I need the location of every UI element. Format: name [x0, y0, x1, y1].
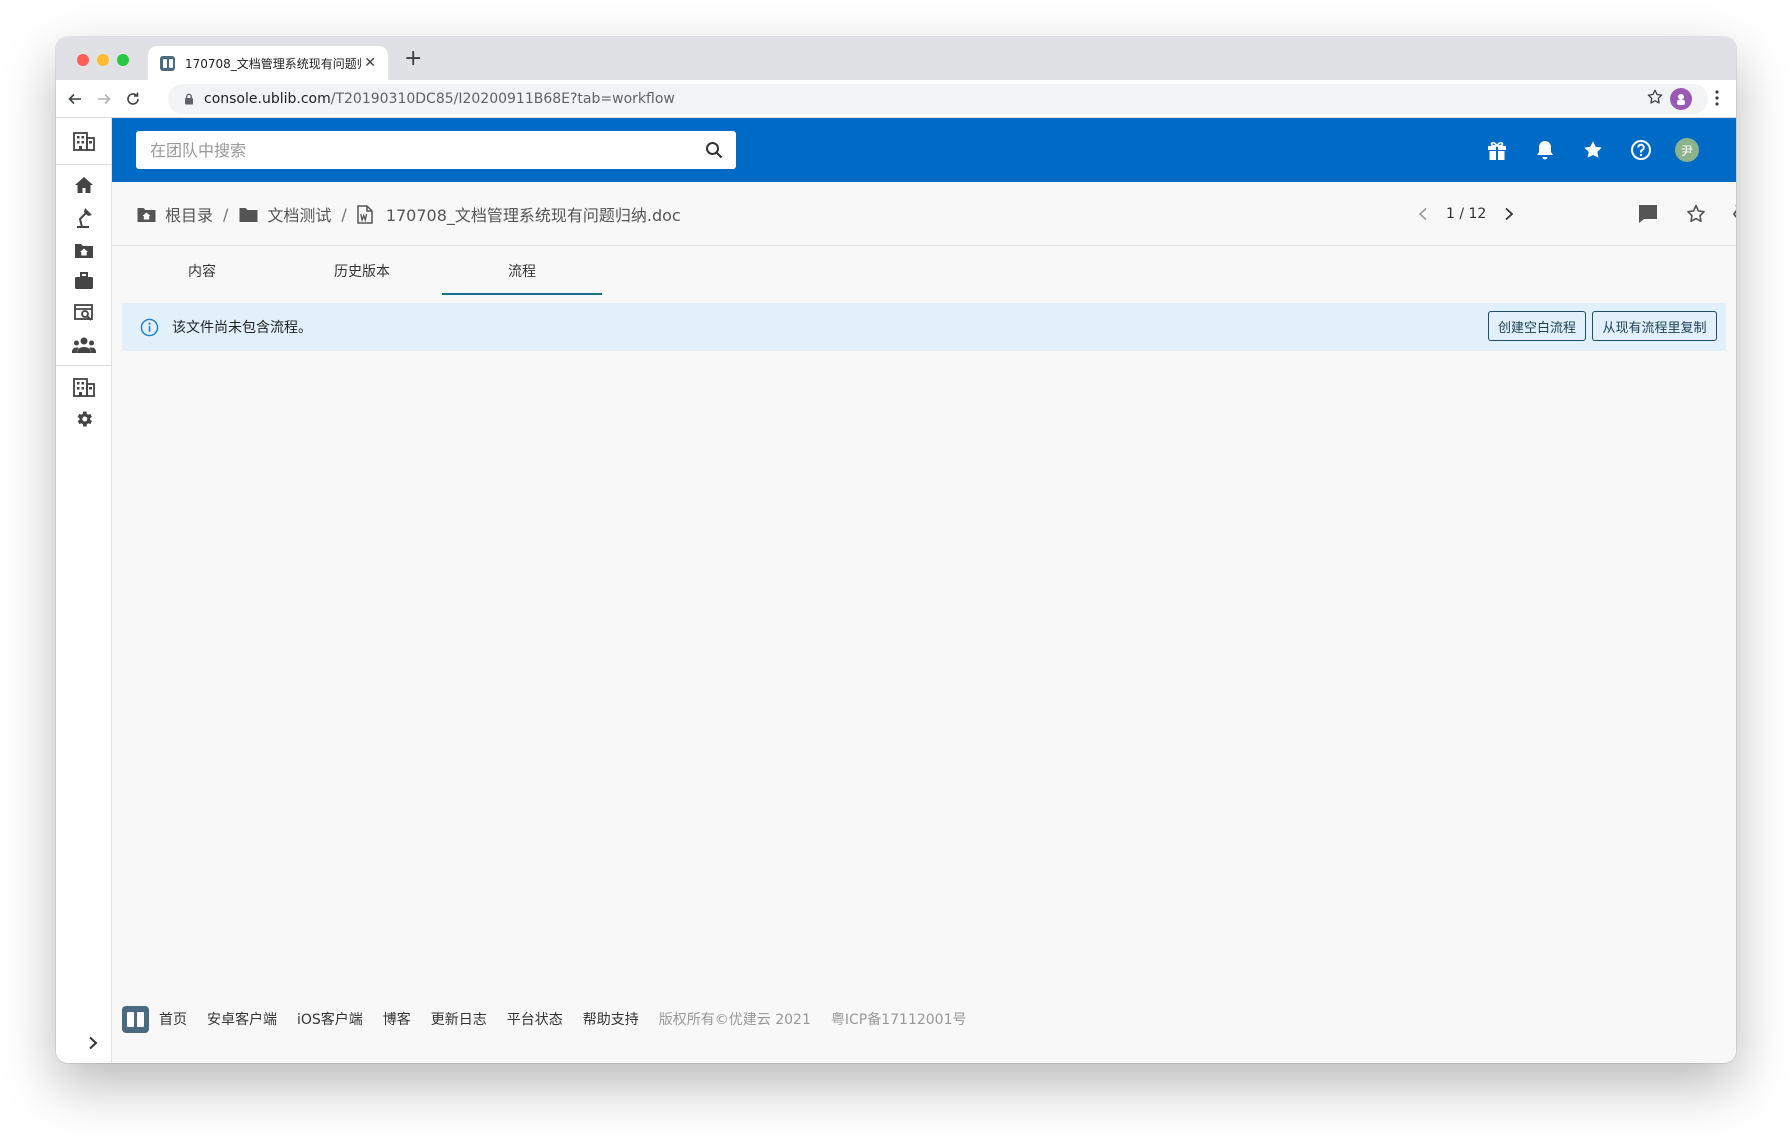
browser-menu-icon[interactable]	[1714, 89, 1720, 111]
tab-history[interactable]: 历史版本	[282, 247, 442, 295]
info-icon	[139, 317, 159, 337]
breadcrumb-separator: /	[341, 204, 347, 224]
left-rail	[56, 118, 112, 1063]
footer-link-home[interactable]: 首页	[159, 1009, 187, 1029]
bookmark-star-icon[interactable]	[1646, 88, 1664, 110]
search-icon[interactable]	[692, 131, 736, 169]
breadcrumb-separator: /	[223, 204, 229, 224]
rail-divider	[56, 365, 112, 366]
pager-position: 1 / 12	[1446, 206, 1487, 222]
breadcrumb-file: 170708_文档管理系统现有问题归纳.doc	[357, 202, 681, 226]
team-search-input[interactable]	[136, 131, 692, 169]
browser-window: 170708_文档管理系统现有问题归纳.doc ✕ + console.ubli…	[56, 37, 1736, 1063]
folder-icon	[238, 205, 260, 223]
footer-link-changelog[interactable]: 更新日志	[431, 1009, 487, 1029]
breadcrumb-file-label: 170708_文档管理系统现有问题归纳.doc	[385, 206, 681, 225]
ublib-logo-icon	[122, 1005, 149, 1033]
maximize-window-button[interactable]	[117, 54, 129, 66]
tab-workflow[interactable]: 流程	[442, 247, 602, 295]
company-icon[interactable]	[72, 375, 96, 399]
browser-tabstrip: 170708_文档管理系统现有问题归纳.doc ✕ +	[56, 37, 1736, 80]
close-window-button[interactable]	[77, 54, 89, 66]
expand-sidebar-chevron-icon[interactable]	[88, 1035, 98, 1054]
gift-icon[interactable]	[1485, 138, 1509, 162]
address-bar[interactable]: console.ublib.com/T20190310DC85/I2020091…	[168, 84, 1708, 114]
team-members-icon[interactable]	[72, 333, 96, 357]
footer-link-status[interactable]: 平台状态	[507, 1009, 563, 1029]
browser-tab-title: 170708_文档管理系统现有问题归纳.doc	[185, 56, 361, 71]
organization-icon[interactable]	[72, 129, 96, 153]
tab-close-icon[interactable]: ✕	[364, 55, 376, 71]
footer-link-android[interactable]: 安卓客户端	[207, 1009, 277, 1029]
browser-tab-active[interactable]: 170708_文档管理系统现有问题归纳.doc ✕	[148, 46, 388, 80]
favorites-star-icon[interactable]	[1581, 138, 1605, 162]
breadcrumb-folder[interactable]: 文档测试	[238, 202, 331, 226]
help-question-icon[interactable]	[1629, 138, 1653, 162]
footer-icp[interactable]: 粤ICP备17112001号	[831, 1009, 967, 1029]
rail-divider	[56, 164, 112, 165]
home-folder-icon	[136, 205, 158, 223]
word-document-icon	[357, 204, 379, 224]
favorite-star-outline-icon[interactable]	[1684, 202, 1708, 226]
create-blank-workflow-button[interactable]: 创建空白流程	[1488, 311, 1586, 341]
lamp-icon[interactable]	[72, 205, 96, 229]
home-folder-icon[interactable]	[72, 238, 96, 262]
url-text: console.ublib.com/T20190310DC85/I2020091…	[204, 91, 675, 107]
settings-gear-icon[interactable]	[72, 407, 96, 431]
hide-eye-slash-icon[interactable]	[1732, 202, 1736, 226]
breadcrumb-bar: 根目录 / 文档测试 / 170708_文档管理系统现有问题归纳.doc 1 /	[112, 182, 1736, 246]
footer-copyright: 版权所有©优建云 2021	[658, 1012, 811, 1028]
breadcrumb-folder-label: 文档测试	[267, 206, 332, 225]
document-tabs: 内容 历史版本 流程	[122, 247, 602, 295]
file-pager: 1 / 12	[1412, 182, 1520, 246]
next-file-chevron-icon[interactable]	[1498, 203, 1520, 225]
lock-icon	[182, 92, 196, 106]
previous-file-chevron-icon[interactable]	[1412, 203, 1434, 225]
search-document-icon[interactable]	[72, 301, 96, 325]
team-search-box	[136, 131, 736, 169]
no-workflow-alert: 该文件尚未包含流程。 创建空白流程 从现有流程里复制	[122, 303, 1726, 351]
minimize-window-button[interactable]	[97, 54, 109, 66]
comment-icon[interactable]	[1636, 202, 1660, 226]
breadcrumb-root[interactable]: 根目录	[136, 202, 213, 226]
page-footer: 首页 安卓客户端 iOS客户端 博客 更新日志 平台状态 帮助支持 版权所有©优…	[122, 1005, 987, 1033]
footer-link-ios[interactable]: iOS客户端	[297, 1009, 363, 1029]
copy-existing-workflow-button[interactable]: 从现有流程里复制	[1592, 311, 1717, 341]
ublib-favicon-icon	[160, 55, 175, 71]
home-icon[interactable]	[72, 173, 96, 197]
app-header: 尹	[112, 118, 1736, 182]
forward-arrow-icon[interactable]	[93, 88, 115, 110]
browser-toolbar: console.ublib.com/T20190310DC85/I2020091…	[56, 80, 1736, 118]
notification-bell-icon[interactable]	[1533, 138, 1557, 162]
breadcrumb: 根目录 / 文档测试 / 170708_文档管理系统现有问题归纳.doc	[136, 182, 681, 246]
tab-content[interactable]: 内容	[122, 247, 282, 295]
footer-link-help[interactable]: 帮助支持	[583, 1009, 639, 1029]
reload-icon[interactable]	[122, 88, 144, 110]
user-avatar[interactable]: 尹	[1675, 138, 1699, 162]
back-arrow-icon[interactable]	[64, 88, 86, 110]
breadcrumb-root-label: 根目录	[165, 206, 214, 225]
briefcase-icon[interactable]	[72, 269, 96, 293]
browser-profile-avatar[interactable]	[1670, 88, 1692, 110]
new-tab-button[interactable]: +	[404, 48, 422, 70]
alert-message: 该文件尚未包含流程。	[172, 320, 312, 336]
footer-link-blog[interactable]: 博客	[383, 1009, 411, 1029]
